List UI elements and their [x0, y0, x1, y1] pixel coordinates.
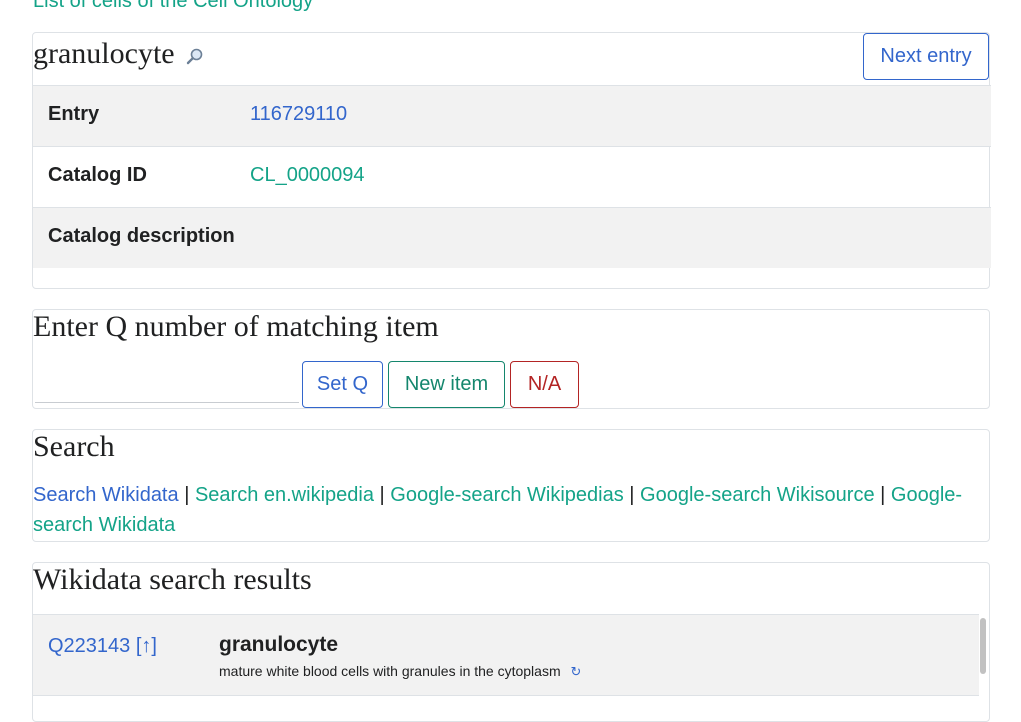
catalog-list-link[interactable]: List of cells of the Cell Ontology: [33, 0, 313, 13]
results-heading: Wikidata search results: [33, 563, 312, 596]
separator: |: [184, 484, 190, 506]
search-card: Search Search Wikidata | Search en.wikip…: [32, 429, 990, 542]
separator: |: [379, 484, 385, 506]
search-links: Search Wikidata | Search en.wikipedia | …: [33, 480, 963, 540]
separator: |: [880, 484, 886, 506]
catalog-id-label: Catalog ID: [48, 164, 147, 186]
q-number-heading: Enter Q number of matching item: [33, 310, 439, 343]
separator: |: [629, 484, 635, 506]
results-scrollbar[interactable]: [980, 618, 986, 674]
google-wikipedias-link[interactable]: Google-search Wikipedias: [390, 484, 623, 506]
result-arrow-link[interactable]: [↑]: [136, 635, 157, 657]
search-wikidata-link[interactable]: Search Wikidata: [33, 484, 179, 506]
results-card: Wikidata search results Q223143 [↑] gran…: [32, 562, 990, 722]
entry-id-link[interactable]: 116729110: [250, 103, 347, 126]
entry-row-label: Entry: [48, 103, 100, 125]
q-number-input[interactable]: [35, 372, 299, 403]
result-label: granulocyte: [219, 633, 339, 656]
magnify-icon[interactable]: [186, 39, 204, 73]
entry-card: granulocyte Next entry Entry 116729110 C…: [32, 32, 991, 289]
refresh-icon[interactable]: ↻: [571, 664, 582, 679]
catalog-description-label: Catalog description: [48, 225, 235, 247]
next-entry-button[interactable]: Next entry: [863, 33, 989, 80]
search-enwiki-link[interactable]: Search en.wikipedia: [195, 484, 374, 506]
result-q-link[interactable]: Q223143: [48, 635, 130, 657]
na-button[interactable]: N/A: [510, 361, 579, 408]
result-q-cell: Q223143 [↑]: [48, 635, 157, 658]
new-item-button[interactable]: New item: [388, 361, 505, 408]
catalog-description-row: Catalog description: [33, 207, 991, 268]
entry-row: Entry 116729110: [33, 85, 991, 146]
catalog-id-link[interactable]: CL_0000094: [250, 164, 365, 187]
search-heading: Search: [33, 430, 115, 463]
result-description-text: mature white blood cells with granules i…: [219, 663, 561, 679]
entry-title-text: granulocyte: [33, 37, 175, 70]
result-row: Q223143 [↑] granulocyte mature white blo…: [33, 614, 979, 696]
catalog-id-row: Catalog ID CL_0000094: [33, 146, 991, 207]
result-description: mature white blood cells with granules i…: [219, 663, 581, 680]
set-q-button[interactable]: Set Q: [302, 361, 383, 408]
google-wikisource-link[interactable]: Google-search Wikisource: [640, 484, 875, 506]
q-number-card: Enter Q number of matching item Set Q Ne…: [32, 309, 990, 409]
entry-title: granulocyte: [33, 37, 204, 73]
